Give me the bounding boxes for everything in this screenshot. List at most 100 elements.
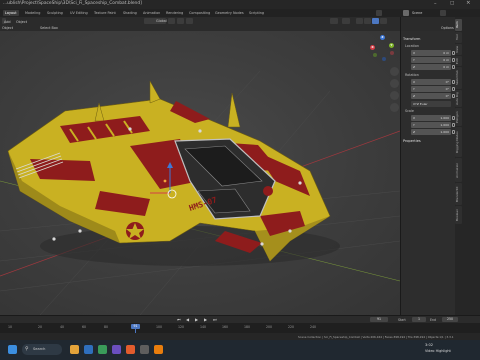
taskbar-app-icon[interactable] — [98, 345, 107, 354]
3d-viewport[interactable]: HMS-07 Z X Y — [0, 31, 400, 315]
rotation-x-field[interactable]: X 0° — [411, 79, 451, 85]
viewport-header: Add Object Object Global Select Box — [0, 17, 400, 31]
scene-statistics: Scene Collection | Sci_Fi_Spaceship_Comb… — [298, 334, 454, 339]
gizmo-x[interactable]: X — [370, 45, 375, 50]
notification-text[interactable]: Video Highlight — [425, 349, 451, 353]
tab-item[interactable]: Item — [455, 19, 462, 31]
end-frame-field[interactable]: 250 — [442, 317, 458, 322]
perspective-icon[interactable] — [390, 103, 399, 112]
tab-sculpting[interactable]: Sculpting — [45, 10, 65, 16]
tab-rigging-nodes[interactable]: Rigging Nodes — [455, 127, 462, 157]
prev-keyframe-icon[interactable]: ◀ — [186, 317, 189, 322]
ruler-tick: 80 — [103, 325, 109, 329]
overlay-icon[interactable] — [330, 18, 338, 24]
tab-tool[interactable]: Tool — [455, 32, 462, 43]
scale-z-field[interactable]: Z 1.000 — [411, 129, 451, 135]
play-icon[interactable]: ▶ — [195, 317, 198, 322]
tab-uv-editing[interactable]: UV Editing — [68, 10, 90, 16]
minimize-icon[interactable]: – — [434, 1, 437, 7]
zoom-icon[interactable] — [390, 67, 399, 76]
view-layer-icon[interactable] — [440, 10, 446, 16]
scene-name[interactable]: Scene — [412, 11, 422, 15]
tab-shading[interactable]: Shading — [121, 10, 139, 16]
tab-animation[interactable]: Animation — [141, 10, 162, 16]
tab-rendering[interactable]: Rendering — [164, 10, 185, 16]
gizmo-neg-y[interactable] — [373, 53, 377, 57]
transform-orientation-label: Global — [156, 19, 167, 23]
rotation-y-field[interactable]: Y 0° — [411, 86, 451, 92]
maximize-icon[interactable]: □ — [450, 1, 454, 6]
shading-material-icon[interactable] — [372, 18, 379, 24]
rotation-mode-dropdown[interactable]: XYZ Euler — [411, 101, 451, 107]
jump-end-icon[interactable]: ⏭ — [213, 317, 217, 322]
taskbar-app-icon[interactable] — [84, 345, 93, 354]
pan-icon[interactable] — [390, 79, 399, 88]
gizmo-z[interactable]: Z — [380, 35, 385, 40]
camera-icon[interactable] — [390, 91, 399, 100]
blender-taskbar-icon[interactable] — [154, 345, 163, 354]
timeline-controls: ⏮ ◀ ▶ ▶ ⏭ 91 Start 1 End 250 — [0, 316, 480, 323]
shading-rendered-icon[interactable] — [380, 18, 387, 24]
snap-icon[interactable] — [177, 18, 184, 24]
next-keyframe-icon[interactable]: ▶ — [204, 317, 207, 322]
rotation-label: Rotation — [405, 73, 419, 77]
windows-start-icon[interactable] — [8, 345, 17, 354]
spaceship-render: HMS-07 — [0, 70, 400, 315]
object-origin — [163, 179, 167, 183]
ruler-tick: 60 — [81, 325, 87, 329]
ruler-tick: 180 — [243, 325, 251, 329]
gizmo-y[interactable]: Y — [389, 43, 394, 48]
ruler-tick: 140 — [199, 325, 207, 329]
start-frame-field[interactable]: 1 — [412, 317, 426, 322]
tab-layout[interactable]: Layout — [3, 10, 19, 16]
clock[interactable]: 3:02 — [425, 343, 433, 347]
tab-boolean[interactable]: Boolean — [455, 206, 462, 224]
navigation-gizmo[interactable]: Z X Y — [370, 35, 398, 63]
scene-icon[interactable] — [403, 10, 409, 16]
object-menu[interactable]: Object — [16, 19, 27, 25]
location-z-field[interactable]: Z0 m — [411, 64, 451, 70]
tab-animation[interactable]: Animation — [455, 158, 462, 182]
title-bar: ...ublish\Project\SpaceShip\3D\Sci_Fi_Sp… — [0, 0, 480, 9]
proportional-editing-icon[interactable] — [186, 18, 193, 24]
tab-edit[interactable]: Edit — [455, 56, 462, 66]
tab-poliigon[interactable]: Poliigon — [455, 108, 462, 126]
jump-start-icon[interactable]: ⏮ — [177, 317, 181, 322]
start-label: Start — [398, 317, 406, 322]
taskbar-app-icon[interactable] — [126, 345, 135, 354]
tab-sketchfab[interactable]: Sketchfab — [455, 67, 462, 89]
gizmo-neg-x[interactable] — [390, 51, 394, 55]
gizmo-neg-z[interactable] — [382, 57, 386, 61]
taskbar-app-icon[interactable] — [140, 345, 149, 354]
tab-scripting[interactable]: Scripting — [247, 10, 266, 16]
ruler-tick: 40 — [59, 325, 65, 329]
scale-y-field[interactable]: Y 1.000 — [411, 122, 451, 128]
ruler-tick: 120 — [177, 325, 185, 329]
close-icon[interactable]: × — [466, 0, 471, 6]
shading-wireframe-icon[interactable] — [356, 18, 363, 24]
pivot-icon[interactable] — [168, 18, 175, 24]
tab-auto-rig[interactable]: Auto Rig — [455, 90, 462, 107]
taskbar-app-icon[interactable] — [112, 345, 121, 354]
rotation-z-field[interactable]: Z 0° — [411, 93, 451, 99]
tab-compositing[interactable]: Compositing — [187, 10, 212, 16]
taskbar-app-icon[interactable] — [70, 345, 79, 354]
taskbar-search-box[interactable]: ⚲ Search — [22, 344, 62, 355]
tab-view[interactable]: View — [455, 44, 462, 55]
tab-modeling[interactable]: Modeling — [23, 10, 42, 16]
scale-x-field[interactable]: X 1.000 — [411, 115, 451, 121]
options-button[interactable]: Options — [441, 26, 454, 30]
location-y-field[interactable]: Y0 m — [411, 57, 451, 63]
shading-solid-icon[interactable] — [364, 18, 371, 24]
status-bar: Scene Collection | Sci_Fi_Spaceship_Comb… — [0, 333, 480, 340]
scene-browse-icon[interactable] — [376, 10, 382, 16]
tab-geometry-nodes[interactable]: Geometry Nodes — [213, 10, 246, 16]
tab-texture-paint[interactable]: Texture Paint — [92, 10, 118, 16]
current-frame-field[interactable]: 91 — [370, 317, 388, 322]
properties-section-title[interactable]: Properties — [403, 139, 421, 143]
xray-icon[interactable] — [342, 18, 350, 24]
transform-section-title[interactable]: Transform — [403, 37, 420, 41]
location-x-field[interactable]: X0 m — [411, 50, 451, 56]
timeline-editor[interactable]: ⏮ ◀ ▶ ▶ ⏭ 91 Start 1 End 250 10 20 40 60… — [0, 315, 480, 334]
tab-blenderkit[interactable]: BlenderKit — [455, 183, 462, 205]
